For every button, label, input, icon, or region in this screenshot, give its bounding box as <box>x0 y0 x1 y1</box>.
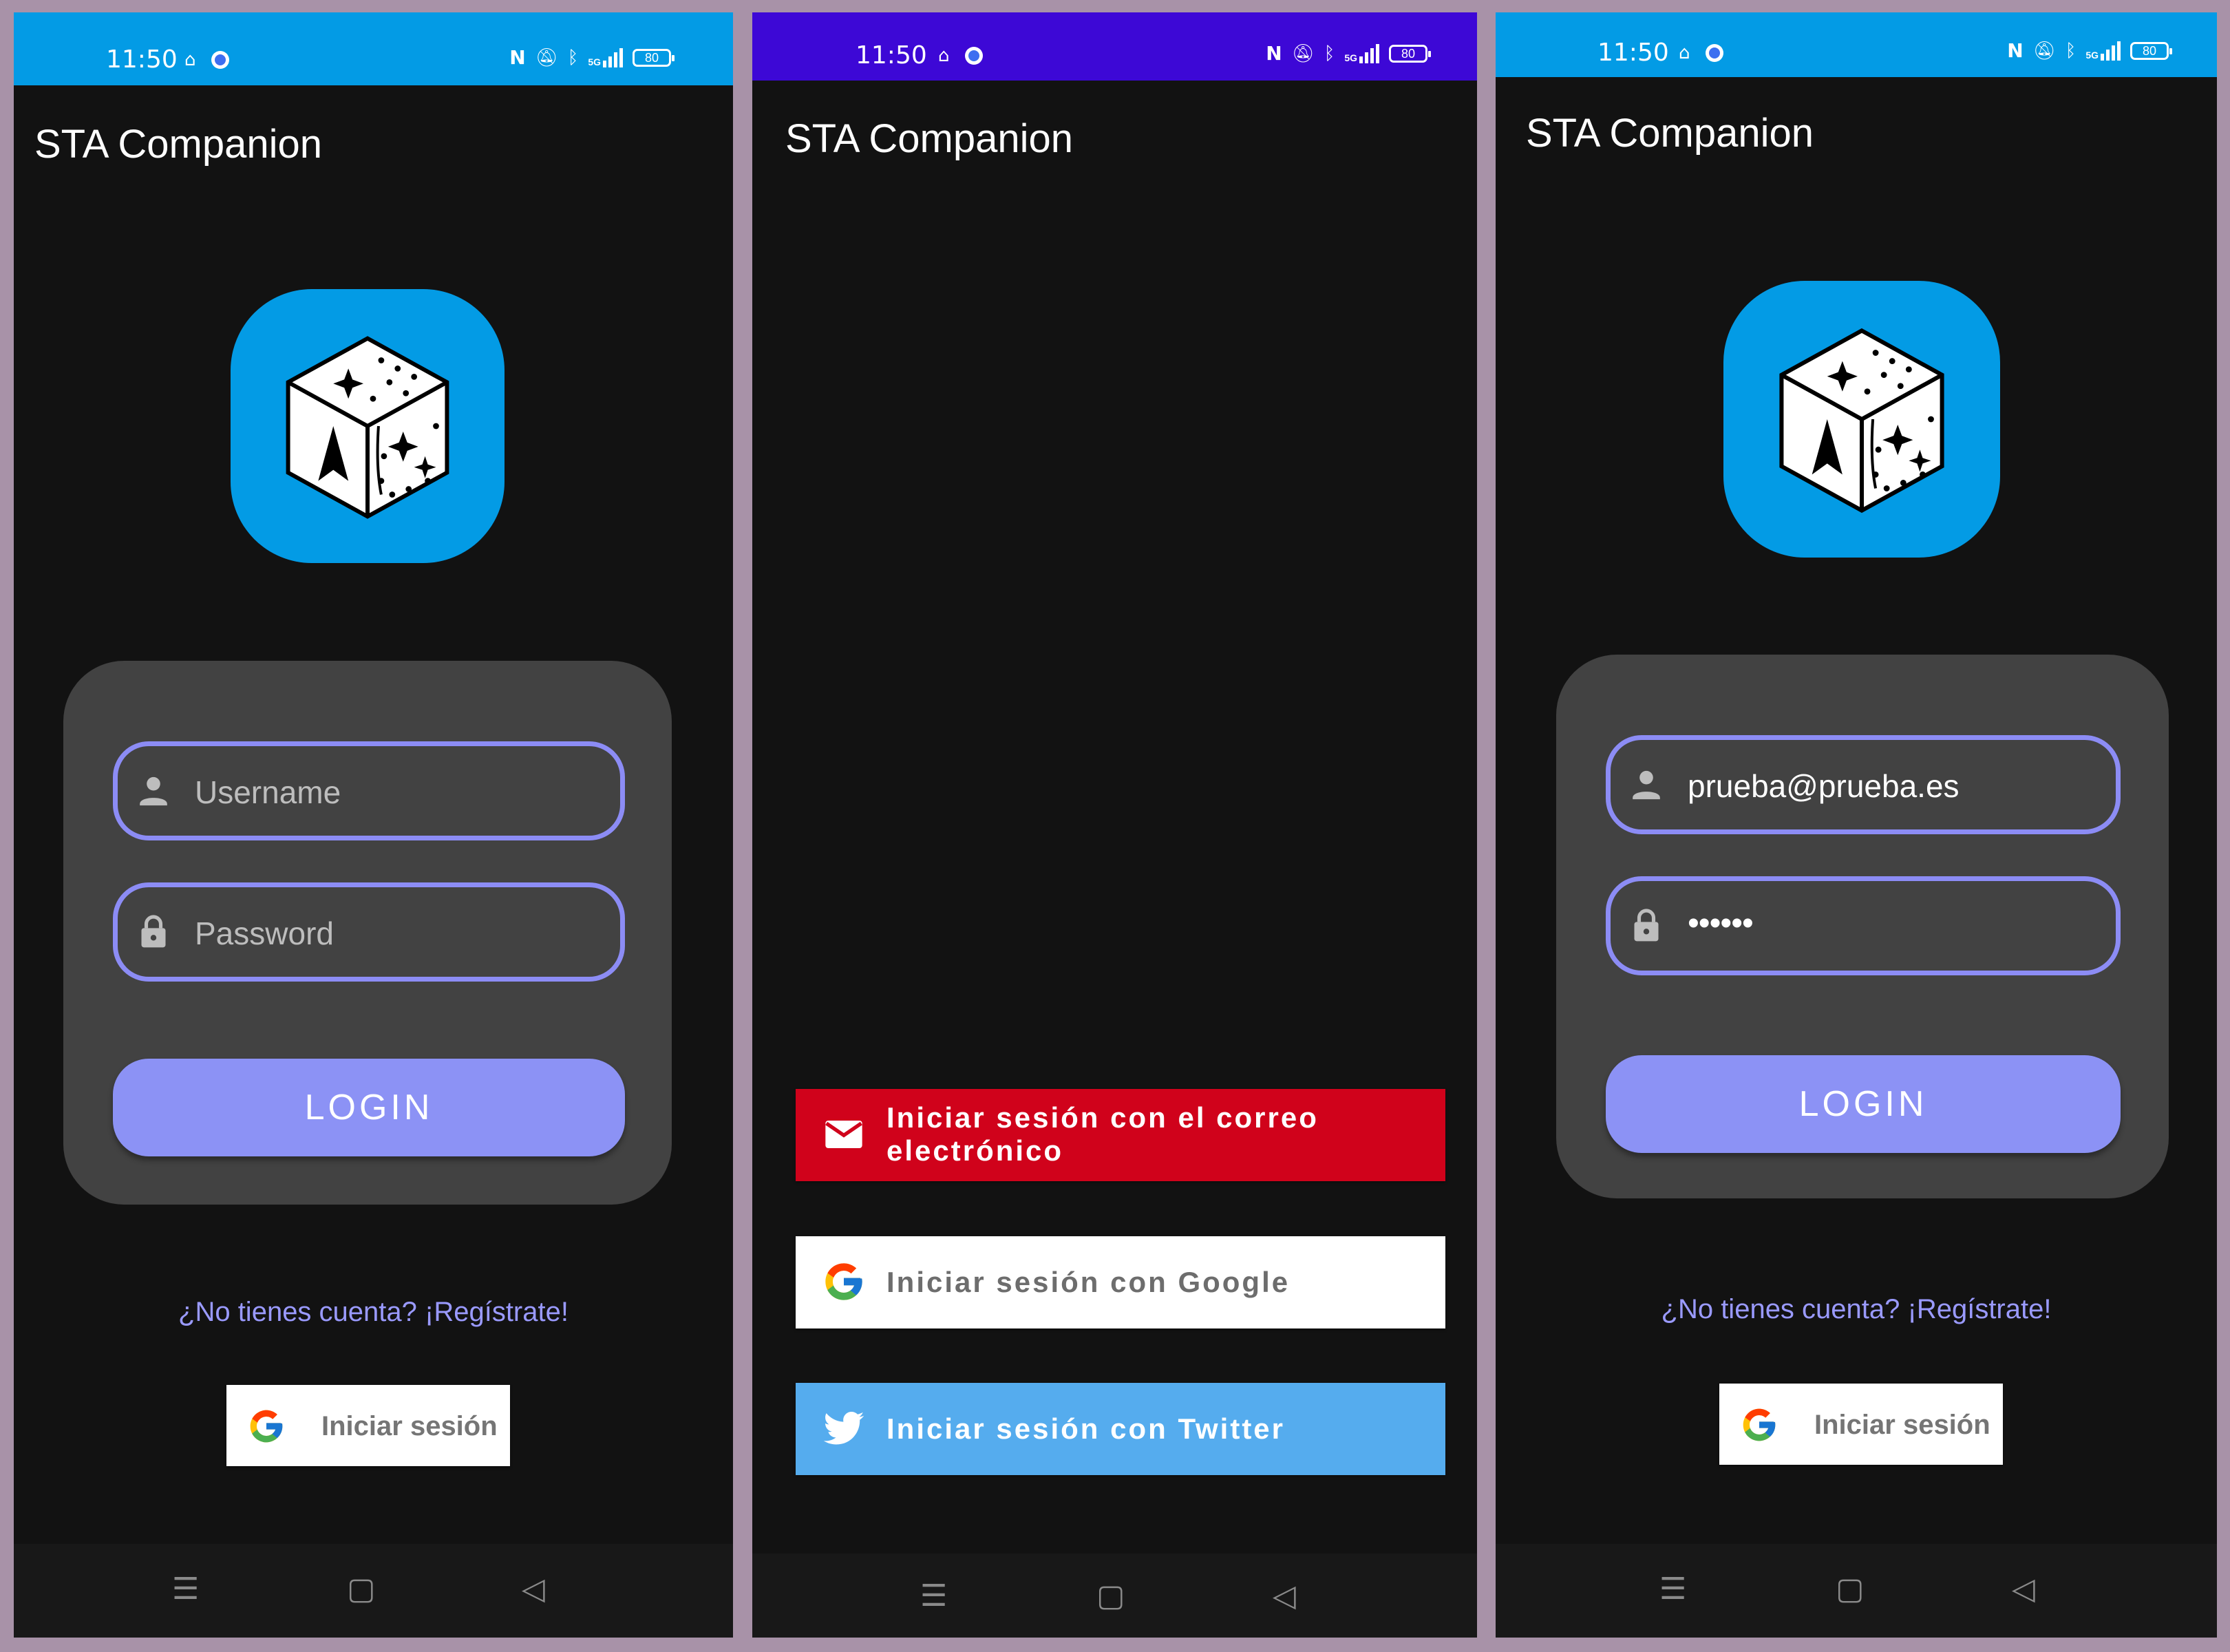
square-icon[interactable]: ▢ <box>1836 1574 1865 1605</box>
login-card: prueba@prueba.es •••••• LOGIN <box>1556 655 2169 1198</box>
status-bar: 11:50 ⌂ N 🔕︎ ᛒ 5G 80 <box>14 12 733 85</box>
google-signin-button[interactable]: Iniciar sesión <box>226 1385 510 1466</box>
password-placeholder: Password <box>195 915 334 951</box>
back-icon[interactable]: ◁ <box>1273 1581 1296 1611</box>
mute-icon: 🔕︎ <box>535 47 558 68</box>
app-logo <box>231 289 505 563</box>
app-title: STA Companion <box>785 116 1074 161</box>
square-icon[interactable]: ▢ <box>347 1574 376 1605</box>
register-link[interactable]: ¿No tienes cuenta? ¡Regístrate! <box>1496 1294 2217 1325</box>
app-badge-icon <box>1705 44 1723 62</box>
bluetooth-icon: ᛒ <box>567 47 579 68</box>
battery-icon: 80 <box>1389 45 1431 63</box>
password-field[interactable]: Password <box>113 882 625 982</box>
back-icon[interactable]: ◁ <box>2012 1574 2035 1605</box>
twitter-bird-icon <box>823 1412 864 1445</box>
app-logo <box>1723 281 2000 558</box>
username-field[interactable]: prueba@prueba.es <box>1606 735 2121 834</box>
google-g-icon <box>250 1410 283 1443</box>
login-card: Username Password LOGIN <box>63 661 672 1205</box>
mute-icon: 🔕︎ <box>2032 41 2056 61</box>
lock-icon <box>1634 909 1659 942</box>
person-icon <box>1633 770 1660 800</box>
bluetooth-icon: ᛒ <box>2065 41 2077 61</box>
email-signin-button[interactable]: Iniciar sesión con el correo electrónico <box>796 1089 1445 1181</box>
app-badge-icon <box>211 51 229 69</box>
status-time: 11:50 <box>856 41 927 70</box>
signal-icon: 5G <box>1344 44 1379 63</box>
status-time: 11:50 <box>106 45 178 74</box>
mail-icon <box>825 1121 862 1148</box>
email-signin-label: Iniciar sesión con el correo electrónico <box>886 1101 1319 1167</box>
login-button[interactable]: LOGIN <box>1606 1055 2121 1153</box>
google-signin-label: Iniciar sesión <box>321 1411 498 1441</box>
home-icon: ⌂ <box>1679 43 1690 63</box>
app-badge-icon <box>964 47 983 65</box>
back-icon[interactable]: ◁ <box>522 1574 545 1605</box>
menu-icon[interactable]: ☰ <box>1659 1574 1686 1605</box>
square-icon[interactable]: ▢ <box>1096 1581 1125 1611</box>
status-bar: 11:50 ⌂ N 🔕︎ ᛒ 5G 80 <box>1496 12 2217 77</box>
home-icon: ⌂ <box>938 45 950 66</box>
home-icon: ⌂ <box>184 50 196 70</box>
status-bar: 11:50 ⌂ N 🔕︎ ᛒ 5G 80 <box>752 12 1477 81</box>
login-button[interactable]: LOGIN <box>113 1059 625 1156</box>
phone-screen-login-empty: 11:50 ⌂ N 🔕︎ ᛒ 5G 80 STA Companion Usern… <box>14 12 733 1638</box>
signal-icon: 5G <box>2085 41 2121 61</box>
nfc-icon: N <box>2007 39 2024 62</box>
person-icon <box>140 776 167 806</box>
navigation-bar: ☰ ▢ ◁ <box>752 1554 1477 1638</box>
nfc-icon: N <box>1266 42 1282 65</box>
nfc-icon: N <box>509 46 526 69</box>
battery-icon: 80 <box>633 49 675 67</box>
navigation-bar: ☰ ▢ ◁ <box>14 1544 733 1638</box>
username-field[interactable]: Username <box>113 741 625 840</box>
menu-icon[interactable]: ☰ <box>172 1574 199 1605</box>
bluetooth-icon: ᛒ <box>1324 43 1335 64</box>
dice-logo-icon <box>286 336 449 519</box>
username-value: prueba@prueba.es <box>1688 768 1960 804</box>
twitter-signin-button[interactable]: Iniciar sesión con Twitter <box>796 1383 1445 1475</box>
google-provider-label: Iniciar sesión con Google <box>886 1266 1291 1298</box>
navigation-bar: ☰ ▢ ◁ <box>1496 1544 2217 1638</box>
app-title: STA Companion <box>1526 111 1814 156</box>
google-signin-button[interactable]: Iniciar sesión <box>1719 1384 2003 1465</box>
twitter-signin-label: Iniciar sesión con Twitter <box>886 1412 1286 1445</box>
menu-icon[interactable]: ☰ <box>920 1581 947 1611</box>
app-title: STA Companion <box>34 122 323 167</box>
password-field[interactable]: •••••• <box>1606 876 2121 975</box>
phone-screen-login-filled: 11:50 ⌂ N 🔕︎ ᛒ 5G 80 STA Companion prueb… <box>1496 12 2217 1638</box>
lock-icon <box>141 915 166 948</box>
google-g-icon <box>1743 1408 1776 1441</box>
username-placeholder: Username <box>195 774 341 810</box>
mute-icon: 🔕︎ <box>1291 43 1315 64</box>
battery-icon: 80 <box>2130 42 2172 60</box>
google-provider-button[interactable]: Iniciar sesión con Google <box>796 1236 1445 1328</box>
google-g-icon <box>825 1263 862 1300</box>
register-link[interactable]: ¿No tienes cuenta? ¡Regístrate! <box>14 1297 733 1328</box>
password-value: •••••• <box>1688 905 1754 942</box>
status-time: 11:50 <box>1597 39 1669 67</box>
signal-icon: 5G <box>588 48 623 67</box>
google-signin-label: Iniciar sesión <box>1814 1410 1990 1440</box>
dice-logo-icon <box>1779 328 1944 513</box>
phone-screen-provider-choice: 11:50 ⌂ N 🔕︎ ᛒ 5G 80 STA Companion Inici… <box>752 12 1477 1638</box>
